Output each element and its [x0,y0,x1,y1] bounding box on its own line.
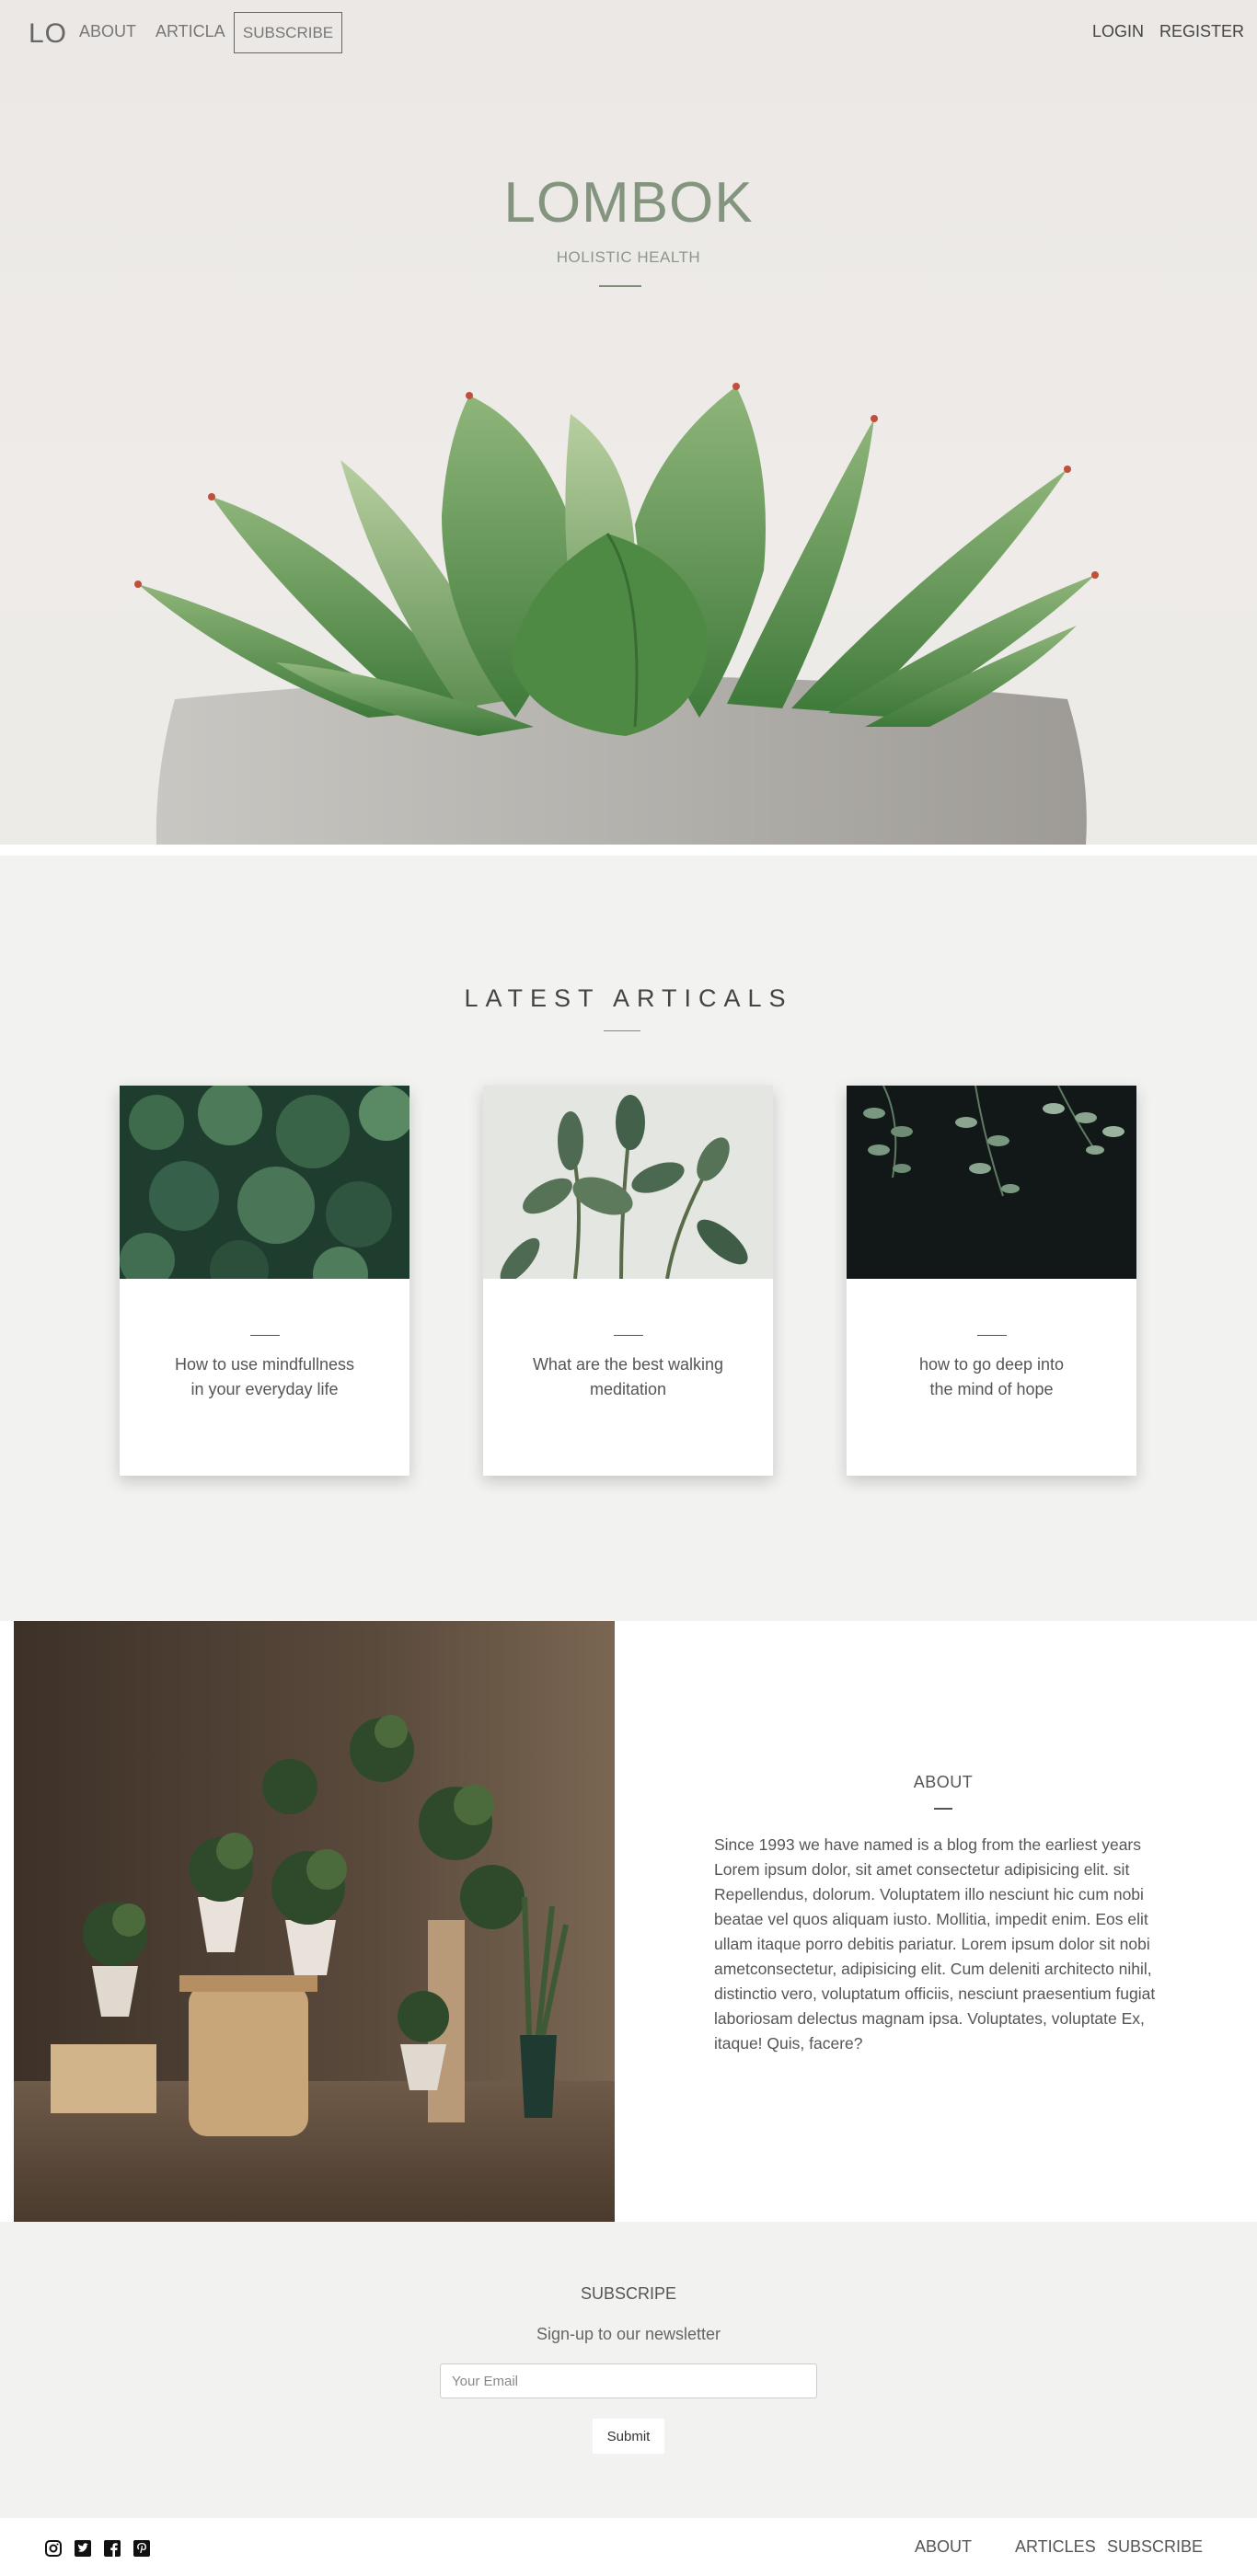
article-image-ferns [120,1086,409,1279]
facebook-icon[interactable] [103,2539,121,2558]
footer-articles-link[interactable]: ARTICLES [1015,2537,1096,2557]
section-spacer [0,845,1257,856]
footer: ABOUT ARTICLES SUBSCRIBE [0,2518,1257,2576]
pinterest-icon[interactable] [133,2539,151,2558]
latest-articles-section: LATEST ARTICALS How to use mindfullness … [0,856,1257,1621]
succulent-plant-image [134,383,1099,845]
article-image-dark-leaves [847,1086,1136,1279]
subscribe-heading: SUBSCRIPE [580,2284,677,2303]
article-title-line: the mind of hope [929,1380,1054,1398]
article-card[interactable]: How to use mindfullness in your everyday… [120,1086,409,1476]
potted-plants-image [14,1621,615,2222]
hero-title: LOMBOK [503,171,754,235]
about-paragraph: Since 1993 we have named is a blog from … [714,1835,1156,2053]
card-divider [250,1335,280,1336]
article-title[interactable]: How to use mindfullness in your everyday… [147,1352,382,1402]
subscribe-section: SUBSCRIPE Sign-up to our newsletter Subm… [0,2222,1257,2518]
twitter-icon[interactable] [74,2539,92,2558]
instagram-icon[interactable] [44,2539,63,2558]
footer-about-link[interactable]: ABOUT [915,2537,972,2557]
article-title-line: How to use mindfullness [174,1355,355,1374]
article-title-line: in your everyday life [190,1380,339,1398]
register-link[interactable]: REGISTER [1159,22,1244,41]
about-divider [934,1808,952,1810]
article-title[interactable]: What are the best walking meditation [511,1352,745,1402]
articles-heading: LATEST ARTICALS [464,984,793,1012]
article-card[interactable]: What are the best walking meditation [483,1086,773,1476]
article-title-line: What are the best walking [532,1355,724,1374]
articles-divider [604,1030,640,1031]
nav-articla-link[interactable]: ARTICLA [156,22,225,41]
card-divider [614,1335,643,1336]
hero-section: LOMBOK HOLISTIC HEALTH [0,0,1257,845]
about-heading: ABOUT [913,1773,974,1791]
site-logo[interactable]: LO [29,18,67,50]
hero-divider [599,285,641,287]
subscribe-description: Sign-up to our newsletter [536,2325,721,2343]
about-section: ABOUT Since 1993 we have named is a blog… [0,1621,1257,2222]
hero-subtitle: HOLISTIC HEALTH [556,248,701,266]
top-navigation: LO ABOUT ARTICLA SUBSCRIBE LOGIN REGISTE… [0,0,1257,64]
article-card[interactable]: how to go deep into the mind of hope [847,1086,1136,1476]
article-title-line: meditation [589,1380,667,1398]
submit-button[interactable]: Submit [593,2419,664,2454]
email-input[interactable] [440,2363,817,2398]
article-title[interactable]: how to go deep into the mind of hope [874,1352,1109,1402]
article-title-line: how to go deep into [918,1355,1065,1374]
login-link[interactable]: LOGIN [1092,22,1144,41]
article-image-rubber-plant [483,1086,773,1279]
card-divider [977,1335,1007,1336]
nav-about-link[interactable]: ABOUT [79,22,136,41]
nav-subscribe-button[interactable]: SUBSCRIBE [234,12,342,53]
footer-subscribe-link[interactable]: SUBSCRIBE [1107,2537,1203,2557]
